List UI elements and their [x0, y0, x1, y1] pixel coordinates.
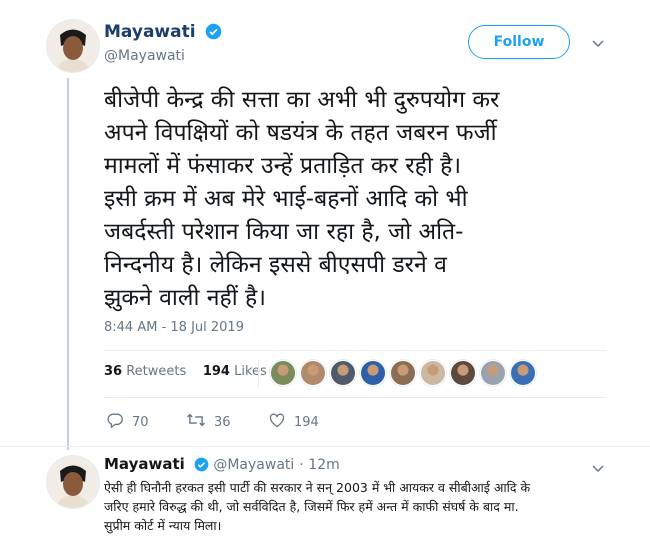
heart-icon [268, 412, 286, 432]
author-name[interactable]: Mayawati [104, 22, 196, 42]
reply-author-name[interactable]: Mayawati [104, 455, 185, 473]
avatar[interactable] [46, 19, 100, 73]
like-count: 194 [294, 414, 319, 430]
chevron-down-icon[interactable] [592, 37, 604, 52]
retweets-stat[interactable]: 36 Retweets [104, 364, 186, 379]
liker-avatar[interactable] [510, 360, 536, 386]
verified-badge-icon [194, 457, 209, 476]
liker-avatar[interactable] [300, 360, 326, 386]
liker-avatar[interactable] [450, 360, 476, 386]
verified-badge-icon [205, 23, 222, 44]
reply-avatar[interactable] [46, 455, 100, 509]
retweet-action[interactable]: 36 [186, 412, 231, 432]
liker-avatar[interactable] [480, 360, 506, 386]
stats-divider [258, 360, 259, 388]
liker-avatar[interactable] [330, 360, 356, 386]
separator-dot: · [299, 457, 304, 473]
engagement-stats: 36 Retweets 194 Likes [104, 364, 267, 379]
divider [104, 397, 606, 398]
reply-author-handle[interactable]: @Mayawati [213, 457, 294, 473]
liker-avatar[interactable] [390, 360, 416, 386]
reply-header: Mayawati @Mayawati · 12m [104, 455, 340, 476]
divider [0, 446, 650, 447]
follow-button[interactable]: Follow [468, 25, 570, 59]
liker-avatar[interactable] [420, 360, 446, 386]
author-handle[interactable]: @Mayawati [104, 48, 185, 64]
chevron-down-icon[interactable] [592, 462, 604, 477]
retweet-count: 36 [214, 414, 231, 430]
likers-avatars [270, 360, 536, 386]
reply-icon [106, 412, 124, 432]
reply-count: 70 [132, 414, 149, 430]
tweet-text: बीजेपी केन्द्र की सत्ता का अभी भी दुरुपय… [104, 87, 500, 311]
reply-text: ऐसी ही घिनौनी हरकत इसी पार्टी की सरकार न… [104, 480, 531, 533]
reply-action[interactable]: 70 [106, 412, 149, 432]
liker-avatar[interactable] [360, 360, 386, 386]
like-action[interactable]: 194 [268, 412, 319, 432]
divider [104, 350, 606, 351]
thread-connector [67, 78, 69, 450]
retweet-icon [186, 412, 206, 432]
tweet-timestamp[interactable]: 8:44 AM - 18 Jul 2019 [104, 320, 244, 335]
reply-time[interactable]: 12m [308, 457, 339, 473]
liker-avatar[interactable] [270, 360, 296, 386]
